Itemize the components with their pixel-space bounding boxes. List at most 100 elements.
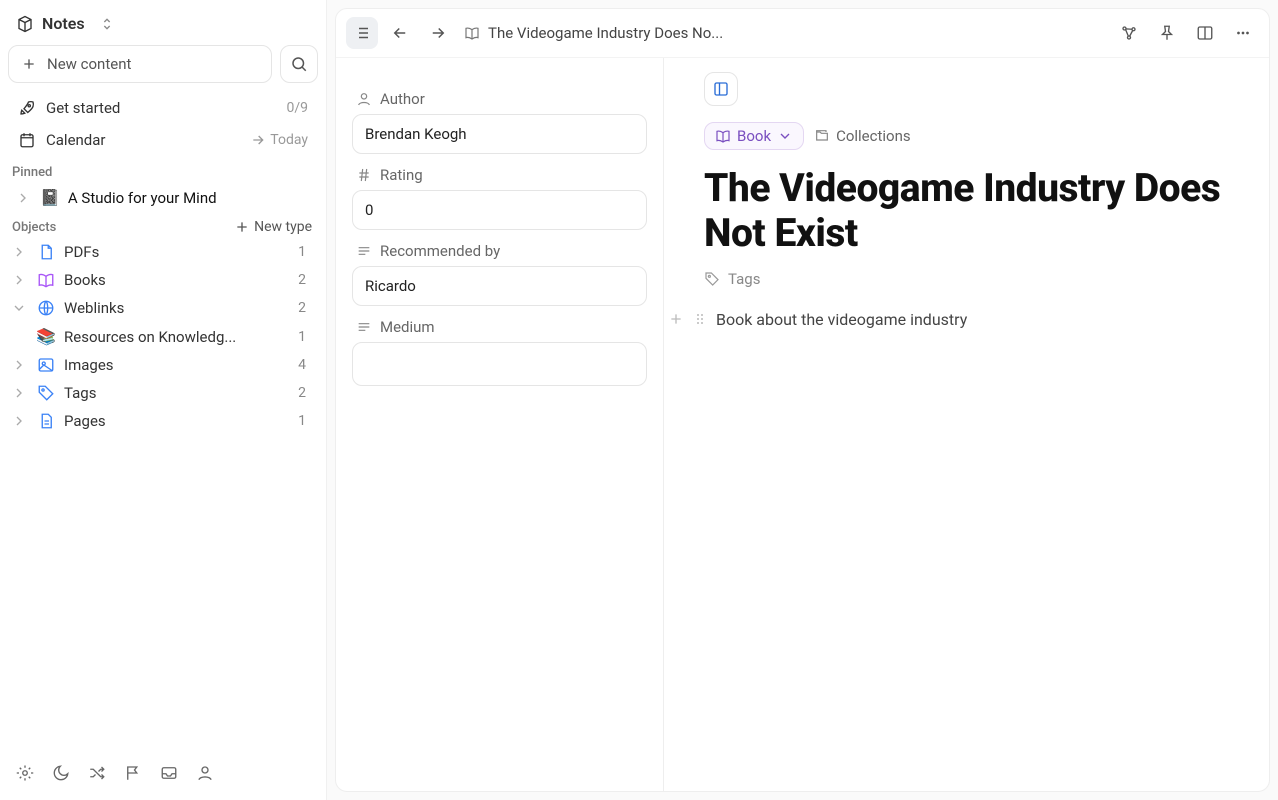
flag-button[interactable] — [124, 764, 142, 782]
hash-icon — [356, 167, 372, 183]
prop-author-label: Author — [352, 78, 647, 114]
new-content-label: New content — [47, 55, 131, 73]
pin-button[interactable] — [1151, 17, 1183, 49]
plus-icon — [234, 219, 250, 235]
book-icon — [37, 271, 55, 289]
globe-icon — [37, 299, 55, 317]
panel: The Videogame Industry Does No... Author — [335, 8, 1270, 792]
properties-panel: Author Rating Recommended by — [336, 58, 664, 791]
pinned-item[interactable]: 📓 A Studio for your Mind — [8, 184, 318, 211]
theme-button[interactable] — [52, 764, 70, 782]
book-stack-emoji: 📚 — [36, 327, 56, 346]
sidebar-item-label: Weblinks — [64, 299, 124, 317]
graph-button[interactable] — [1113, 17, 1145, 49]
chevron-down-icon — [11, 300, 27, 316]
sidebar-item-weblinks[interactable]: Weblinks 2 — [8, 295, 318, 321]
more-button[interactable] — [1227, 17, 1259, 49]
prop-recommended-label: Recommended by — [352, 230, 647, 266]
new-content-button[interactable]: New content — [8, 45, 272, 83]
page-icon — [37, 412, 55, 430]
paragraph-text[interactable]: Book about the videogame industry — [716, 310, 967, 329]
chevron-right-icon — [11, 357, 27, 373]
sidebar-item-tags[interactable]: Tags 2 — [8, 380, 318, 406]
arrow-left-icon — [391, 24, 409, 42]
user-icon — [196, 764, 214, 782]
tag-icon — [704, 271, 720, 287]
inbox-button[interactable] — [160, 764, 178, 782]
plus-icon — [668, 311, 684, 327]
tags-label: Tags — [728, 270, 760, 288]
pdf-icon — [37, 243, 55, 261]
inbox-icon — [160, 764, 178, 782]
tags-row[interactable]: Tags — [704, 270, 1257, 288]
settings-button[interactable] — [16, 764, 34, 782]
sidebar-item-pdfs[interactable]: PDFs 1 — [8, 239, 318, 265]
sidebar-item-pages[interactable]: Pages 1 — [8, 408, 318, 434]
gear-icon — [16, 764, 34, 782]
medium-input[interactable] — [352, 342, 647, 386]
user-icon — [356, 91, 372, 107]
chevron-right-icon — [11, 244, 27, 260]
collections-label: Collections — [836, 127, 911, 145]
paragraph-row: Book about the videogame industry — [668, 310, 1257, 329]
search-button[interactable] — [280, 45, 318, 83]
back-button[interactable] — [384, 17, 416, 49]
selector-icon — [99, 16, 115, 32]
lines-icon — [356, 243, 372, 259]
bottom-toolbar — [8, 752, 318, 800]
calendar-item[interactable]: Calendar Today — [8, 125, 318, 155]
tag-icon — [37, 384, 55, 402]
sidebar-item-label: PDFs — [64, 243, 99, 261]
main: The Videogame Industry Does No... Author — [327, 0, 1278, 800]
moon-icon — [52, 764, 70, 782]
workspace-switcher[interactable]: Notes — [8, 8, 318, 39]
toggle-sidebar-button[interactable] — [346, 17, 378, 49]
drag-icon — [692, 311, 708, 327]
panel-icon — [712, 80, 730, 98]
sidebar-item-count: 1 — [298, 244, 312, 260]
sidebar: Notes New content Get started 0/9 Calend… — [0, 0, 327, 800]
sidebar-item-count: 1 — [298, 329, 312, 345]
get-started-item[interactable]: Get started 0/9 — [8, 93, 318, 123]
add-block-button[interactable] — [668, 311, 684, 327]
author-input[interactable] — [352, 114, 647, 154]
drag-handle[interactable] — [692, 311, 708, 327]
more-icon — [1234, 24, 1252, 42]
search-icon — [290, 55, 308, 73]
calendar-label: Calendar — [46, 131, 106, 149]
breadcrumb-title: The Videogame Industry Does No... — [488, 24, 723, 42]
sidebar-item-images[interactable]: Images 4 — [8, 352, 318, 378]
list-icon — [353, 24, 371, 42]
forward-button[interactable] — [422, 17, 454, 49]
get-started-label: Get started — [46, 99, 120, 117]
account-button[interactable] — [196, 764, 214, 782]
recommended-input[interactable] — [352, 266, 647, 306]
prop-rating-label: Rating — [352, 154, 647, 190]
sidebar-item-label: Resources on Knowledg... — [64, 328, 236, 346]
split-icon — [1196, 24, 1214, 42]
chevron-right-icon — [11, 413, 27, 429]
new-type-button[interactable]: New type — [234, 219, 312, 235]
rating-input[interactable] — [352, 190, 647, 230]
sidebar-item-books[interactable]: Books 2 — [8, 267, 318, 293]
book-icon — [715, 128, 731, 144]
rocket-icon — [18, 99, 36, 117]
document-panel: Book Collections The Videogame Industry … — [664, 58, 1269, 791]
sidebar-item-weblink-child[interactable]: 📚 Resources on Knowledg... 1 — [8, 323, 318, 350]
sidebar-item-label: Pages — [64, 412, 106, 430]
chevron-right-icon — [11, 272, 27, 288]
collections-button[interactable]: Collections — [814, 127, 911, 145]
pinned-label: A Studio for your Mind — [68, 189, 217, 207]
collections-icon — [814, 128, 830, 144]
breadcrumb[interactable]: The Videogame Industry Does No... — [464, 24, 723, 42]
sidebar-item-label: Books — [64, 271, 106, 289]
calendar-today[interactable]: Today — [250, 132, 308, 148]
plus-icon — [21, 56, 37, 72]
split-button[interactable] — [1189, 17, 1221, 49]
document-title[interactable]: The Videogame Industry Does Not Exist — [704, 166, 1257, 256]
random-button[interactable] — [88, 764, 106, 782]
type-chip[interactable]: Book — [704, 122, 804, 150]
sidebar-item-count: 1 — [298, 413, 312, 429]
sidebar-item-count: 2 — [298, 385, 312, 401]
panel-layout-button[interactable] — [704, 72, 738, 106]
